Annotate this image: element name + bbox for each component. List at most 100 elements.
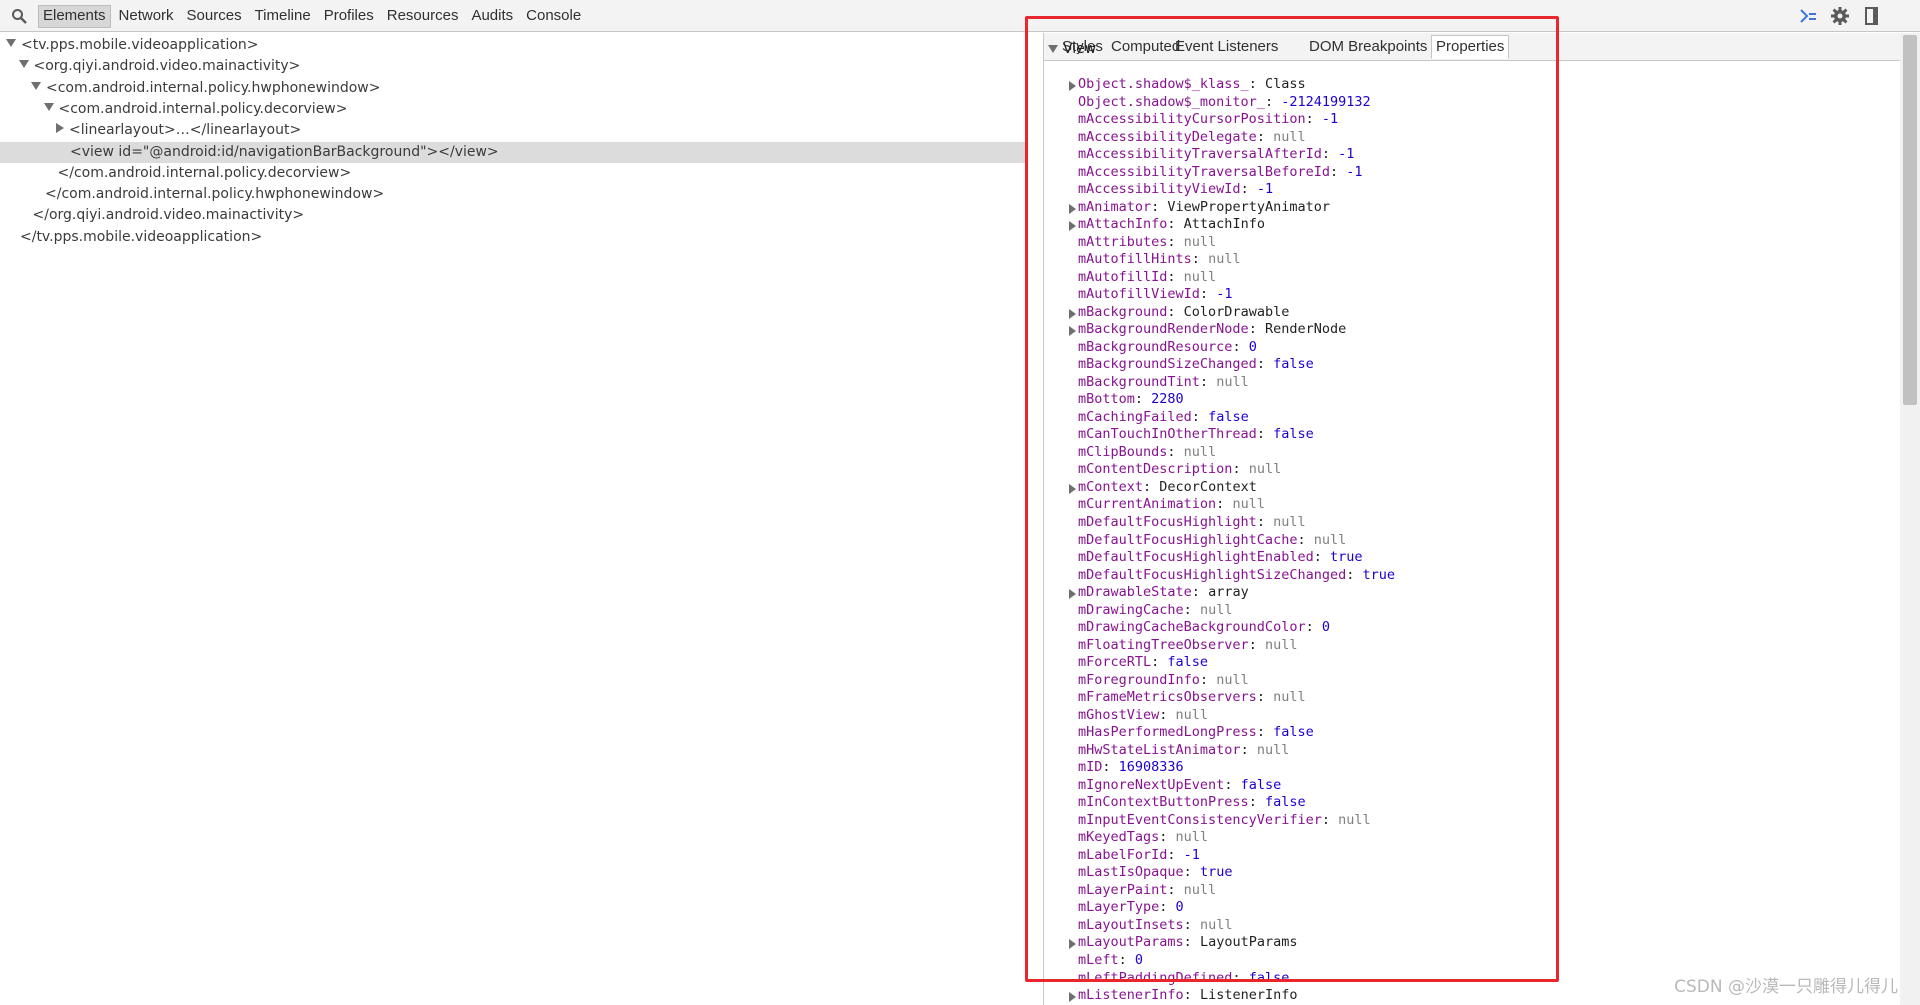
search-icon[interactable]	[11, 8, 27, 24]
tree-node[interactable]: </com.android.internal.policy.hwphonewin…	[0, 184, 1027, 205]
tree-node-label: </com.android.internal.policy.decorview>	[57, 164, 352, 181]
tab-network[interactable]: Network	[114, 5, 179, 28]
property-row: mDefaultFocusHighlightCache: null	[1078, 532, 1346, 550]
property-separator: :	[1313, 549, 1330, 566]
expand-triangle-icon[interactable]	[1069, 589, 1076, 600]
tree-node[interactable]: <linearlayout>…</linearlayout>	[0, 120, 1027, 141]
tree-node[interactable]: <tv.pps.mobile.videoapplication>	[0, 35, 1027, 56]
elements-tree: <tv.pps.mobile.videoapplication> <org.qiy…	[0, 33, 1027, 1005]
property-separator: :	[1256, 128, 1274, 145]
property-row[interactable]: mBackgroundRenderNode: RenderNode	[1069, 321, 1347, 339]
tree-node-label: </org.qiyi.android.video.mainactivity>	[32, 207, 305, 224]
expand-triangle-icon[interactable]	[1069, 483, 1076, 494]
tab-timeline[interactable]: Timeline	[250, 5, 316, 28]
property-row: mBackgroundSizeChanged: false	[1078, 356, 1314, 374]
property-key: mContext	[1078, 478, 1144, 495]
tree-node[interactable]: <com.android.internal.policy.decorview>	[0, 99, 1027, 120]
property-separator: :	[1151, 198, 1168, 215]
console-drawer-icon[interactable]	[1798, 6, 1818, 26]
property-value: RenderNode	[1264, 321, 1347, 338]
property-separator: :	[1248, 321, 1265, 338]
property-separator: :	[1183, 864, 1200, 881]
property-value: null	[1256, 741, 1290, 758]
expand-triangle-icon[interactable]	[1069, 203, 1076, 214]
property-separator: :	[1248, 636, 1265, 653]
dock-icon[interactable]	[1862, 6, 1882, 26]
property-key: mDefaultFocusHighlightSizeChanged	[1078, 566, 1347, 583]
property-row: mAccessibilityViewId: -1	[1078, 181, 1273, 199]
property-row: mInputEventConsistencyVerifier: null	[1078, 812, 1371, 830]
property-value: -1	[1216, 286, 1233, 303]
tree-node[interactable]: <com.android.internal.policy.hwphonewind…	[0, 78, 1027, 99]
expand-triangle-icon[interactable]	[1069, 326, 1076, 337]
property-row: mDefaultFocusHighlight: null	[1078, 514, 1306, 532]
expand-triangle-icon[interactable]	[1069, 221, 1076, 232]
property-value: null	[1183, 443, 1217, 460]
property-separator: :	[1151, 654, 1168, 671]
sidebar-scrollbar[interactable]	[1900, 33, 1920, 1005]
scrollbar-thumb[interactable]	[1903, 35, 1917, 405]
expand-triangle-icon[interactable]	[1069, 939, 1076, 950]
tab-audits[interactable]: Audits	[466, 5, 518, 28]
property-value: ViewPropertyAnimator	[1167, 198, 1330, 215]
collapse-triangle-icon[interactable]	[43, 102, 54, 111]
properties-sidebar: Styles Computed Event Listeners DOM Breakpo…	[1044, 33, 1900, 1005]
property-separator: :	[1264, 93, 1282, 110]
view-section-toggle-icon[interactable]	[1048, 45, 1058, 53]
property-separator: :	[1159, 829, 1176, 846]
property-value: Class	[1264, 76, 1306, 92]
collapse-triangle-icon[interactable]	[6, 39, 16, 47]
property-row[interactable]: mListenerInfo: ListenerInfo	[1069, 987, 1298, 1005]
collapse-triangle-icon[interactable]	[18, 60, 29, 69]
sidebar-tabs: Styles Computed Event Listeners DOM Breakpo…	[1044, 33, 1900, 61]
property-value: 2280	[1151, 391, 1184, 408]
property-row: mLayerType: 0	[1078, 899, 1184, 917]
property-row: mLastIsOpaque: true	[1078, 864, 1232, 882]
property-row[interactable]: mLayoutParams: LayoutParams	[1069, 934, 1297, 952]
tree-node[interactable]: <org.qiyi.android.video.mainactivity>	[0, 56, 1027, 77]
property-row: mLayerPaint: null	[1078, 882, 1216, 900]
property-separator: :	[1102, 759, 1119, 776]
expand-triangle-icon[interactable]	[1069, 308, 1076, 319]
property-row: mAccessibilityCursorPosition: -1	[1078, 111, 1338, 129]
property-row[interactable]: mAttachInfo: AttachInfo	[1069, 216, 1265, 234]
sidebar-tab-event-listeners[interactable]: Event Listeners	[1171, 36, 1282, 58]
gear-icon[interactable]	[1830, 6, 1850, 26]
tab-sources[interactable]: Sources	[182, 5, 247, 28]
tree-node[interactable]: </org.qiyi.android.video.mainactivity>	[0, 205, 1027, 226]
property-row[interactable]: mAnimator: ViewPropertyAnimator	[1069, 198, 1330, 217]
property-value: null	[1264, 636, 1298, 653]
view-section-title[interactable]: View	[1063, 41, 1096, 57]
property-separator: :	[1248, 794, 1265, 811]
expand-triangle-icon[interactable]	[56, 123, 64, 134]
property-row: mDrawingCacheBackgroundColor: 0	[1078, 619, 1330, 637]
property-key: mInContextButtonPress	[1078, 794, 1249, 811]
property-value: DecorContext	[1159, 478, 1257, 495]
tree-node[interactable]: <view id="@android:id/navigationBarBackg…	[0, 141, 1027, 163]
property-separator: :	[1191, 408, 1209, 425]
property-value: ListenerInfo	[1199, 987, 1298, 1004]
expand-triangle-icon[interactable]	[1069, 992, 1076, 1003]
collapse-triangle-icon[interactable]	[31, 81, 41, 90]
property-value: null	[1338, 811, 1371, 828]
property-key: mCurrentAnimation	[1078, 496, 1217, 513]
property-row[interactable]: mContext: DecorContext	[1069, 478, 1257, 497]
tree-node-label: <linearlayout>…</linearlayout>	[69, 122, 302, 139]
tree-node[interactable]: </tv.pps.mobile.videoapplication>	[0, 227, 1027, 248]
sidebar-tab-dom-breakpoints[interactable]: DOM Breakpoints	[1305, 36, 1431, 58]
property-row: mAutofillId: null	[1078, 269, 1216, 287]
property-row: mForegroundInfo: null	[1078, 672, 1249, 690]
property-row: mIgnoreNextUpEvent: false	[1078, 777, 1281, 795]
tree-node[interactable]: </com.android.internal.policy.decorview>	[0, 163, 1027, 184]
tab-resources[interactable]: Resources	[382, 5, 464, 28]
property-row[interactable]: mBackground: ColorDrawable	[1069, 304, 1289, 322]
property-value: null	[1216, 373, 1249, 390]
expand-triangle-icon[interactable]	[1069, 81, 1076, 91]
tab-elements[interactable]: Elements	[38, 5, 111, 28]
tab-console[interactable]: Console	[521, 5, 586, 28]
tab-profiles[interactable]: Profiles	[319, 5, 379, 28]
property-row[interactable]: Object.shadow$_klass_: Class	[1069, 76, 1306, 94]
sidebar-tab-properties[interactable]: Properties	[1431, 35, 1510, 59]
property-value: 0	[1134, 952, 1144, 968]
property-row[interactable]: mDrawableState: array	[1069, 584, 1249, 602]
